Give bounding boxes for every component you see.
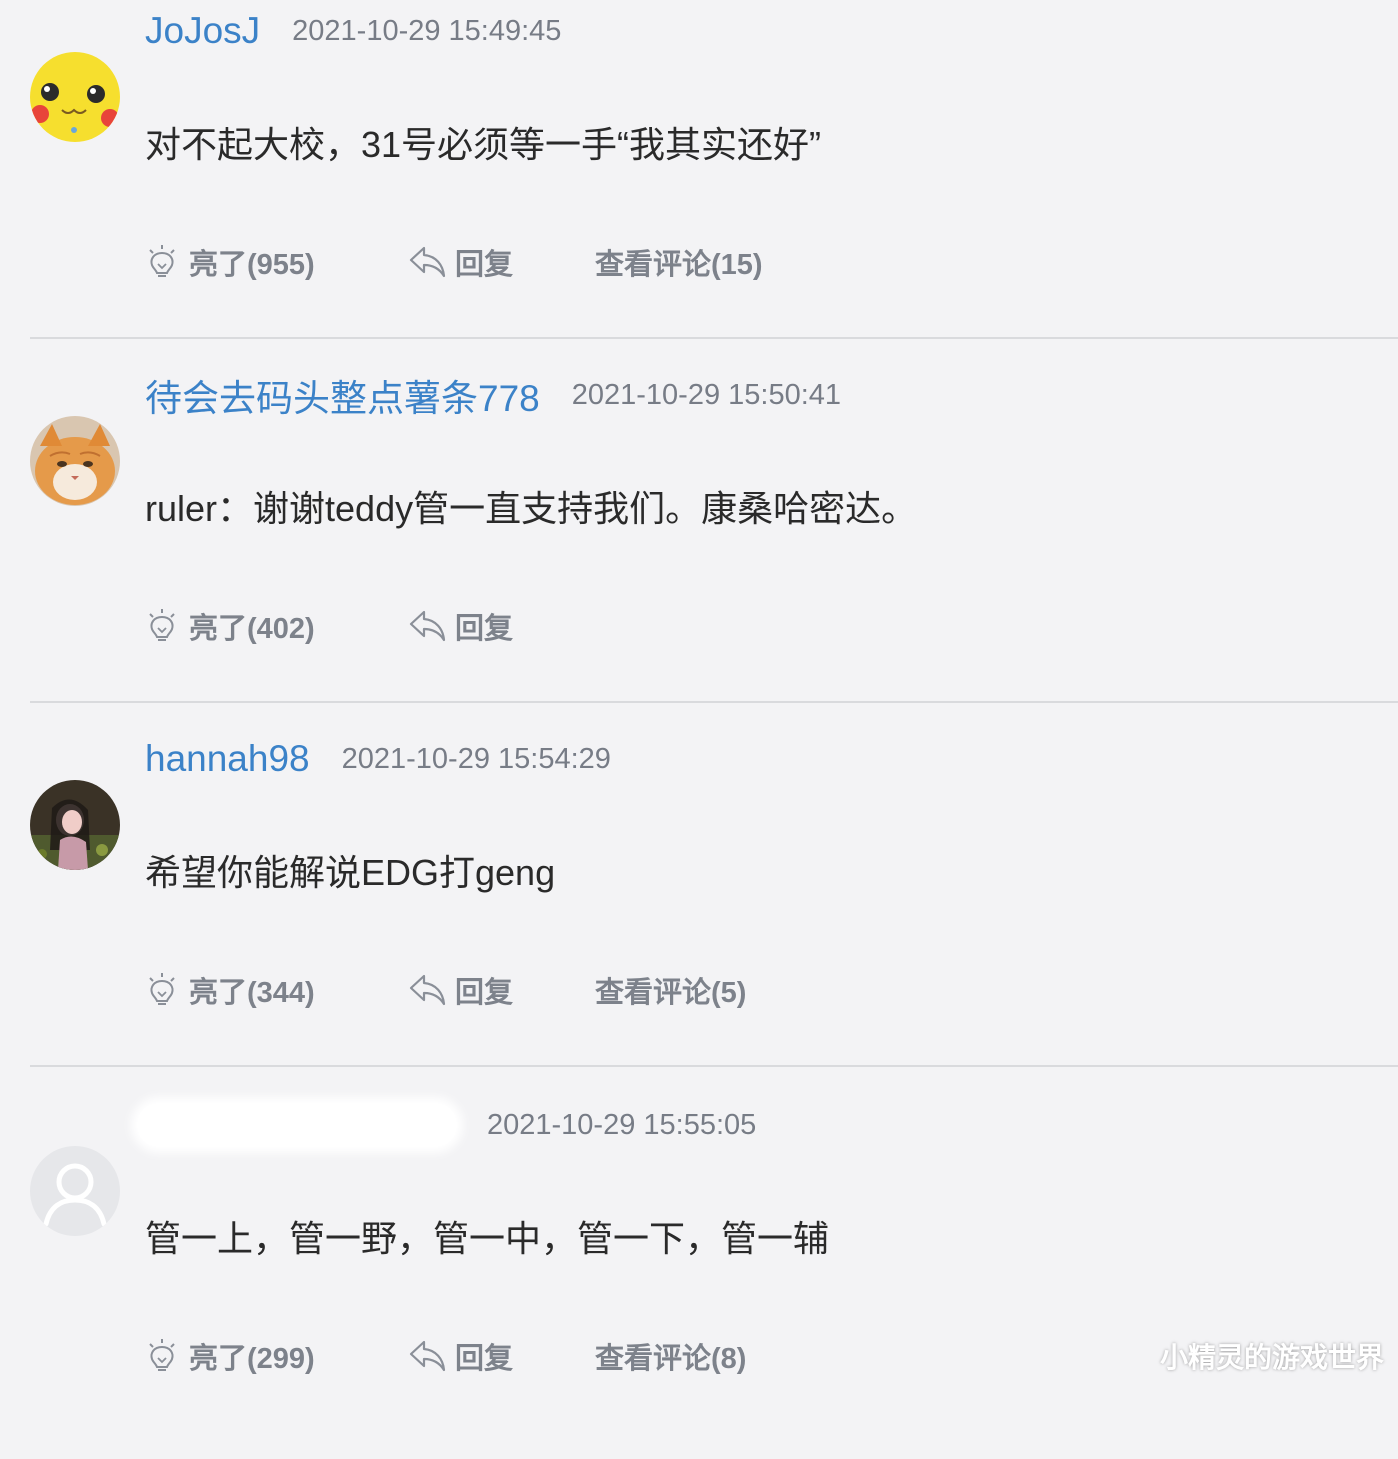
like-button[interactable]: 亮了(402) (145, 605, 409, 647)
comment-actions: 亮了(955) 回复 查看评论(15) (145, 236, 763, 288)
comment-timestamp: 2021-10-29 15:54:29 (341, 742, 611, 775)
avatar[interactable] (30, 52, 120, 142)
reply-arrow-icon (409, 1340, 446, 1372)
like-count-label: 亮了(344) (189, 977, 315, 1009)
reply-button[interactable]: 回复 (409, 241, 595, 283)
pikachu-avatar-icon (30, 52, 120, 142)
reply-arrow-icon (409, 974, 446, 1006)
comment-item: hannah98 2021-10-29 15:54:29 希望你能解说EDG打g… (0, 728, 1398, 1093)
username-link[interactable]: 待会去码头整点薯条778 (145, 368, 540, 422)
reply-arrow-icon (409, 246, 446, 278)
comment-item: JoJosJ 2021-10-29 15:49:45 对不起大校，31号必须等一… (0, 0, 1398, 365)
reply-label: 回复 (455, 249, 514, 281)
comment-header: 2021-10-29 15:55:05 (137, 1100, 757, 1150)
comment-thread: JoJosJ 2021-10-29 15:49:45 对不起大校，31号必须等一… (0, 0, 1398, 1390)
reply-label: 回复 (455, 613, 514, 645)
comment-item: 2021-10-29 15:55:05 管一上，管一野，管一中，管一下，管一辅 … (0, 1094, 1398, 1459)
comment-text: 希望你能解说EDG打geng (145, 852, 556, 893)
comment-actions: 亮了(402) 回复 (145, 600, 595, 652)
default-user-avatar-icon (30, 1146, 120, 1236)
comment-actions: 亮了(299) 回复 查看评论(8) (145, 1330, 746, 1382)
divider (30, 701, 1398, 703)
divider (30, 1065, 1398, 1067)
view-comments-button[interactable]: 查看评论(8) (595, 1335, 746, 1377)
lightbulb-icon (149, 609, 175, 641)
view-comments-label: 查看评论(8) (595, 1343, 747, 1375)
reply-button[interactable]: 回复 (409, 969, 595, 1011)
view-comments-button[interactable]: 查看评论(5) (595, 969, 746, 1011)
reply-button[interactable]: 回复 (409, 605, 595, 647)
like-count-label: 亮了(402) (189, 613, 315, 645)
comment-text: ruler：谢谢teddy管一直支持我们。康桑哈密达。 (145, 488, 918, 529)
comment-header: JoJosJ 2021-10-29 15:49:45 (145, 6, 561, 56)
like-button[interactable]: 亮了(955) (145, 241, 409, 283)
reply-label: 回复 (455, 1343, 514, 1375)
avatar[interactable] (30, 1146, 120, 1236)
avatar[interactable] (30, 416, 120, 506)
reply-label: 回复 (455, 977, 514, 1009)
reply-button[interactable]: 回复 (409, 1335, 595, 1377)
watermark: 小精灵的游戏世界 (1159, 1342, 1384, 1373)
comment-actions: 亮了(344) 回复 查看评论(5) (145, 964, 746, 1016)
like-button[interactable]: 亮了(344) (145, 969, 409, 1011)
comment-timestamp: 2021-10-29 15:55:05 (487, 1108, 757, 1141)
redacted-username (137, 1103, 457, 1147)
comment-header: hannah98 2021-10-29 15:54:29 (145, 734, 611, 784)
photo-avatar-icon (30, 780, 120, 870)
view-comments-button[interactable]: 查看评论(15) (595, 241, 763, 283)
like-button[interactable]: 亮了(299) (145, 1335, 409, 1377)
view-comments-label: 查看评论(15) (595, 249, 763, 281)
comment-timestamp: 2021-10-29 15:50:41 (571, 378, 842, 411)
comment-text: 对不起大校，31号必须等一手“我其实还好” (145, 124, 822, 165)
like-count-label: 亮了(955) (189, 249, 315, 281)
comment-item: 待会去码头整点薯条778 2021-10-29 15:50:41 ruler：谢… (0, 364, 1398, 729)
divider (30, 337, 1398, 339)
lightbulb-icon (149, 1339, 175, 1371)
comment-timestamp: 2021-10-29 15:49:45 (292, 14, 562, 47)
like-count-label: 亮了(299) (189, 1343, 315, 1375)
avatar[interactable] (30, 780, 120, 870)
cat-avatar-icon (30, 416, 120, 506)
comment-header: 待会去码头整点薯条778 2021-10-29 15:50:41 (145, 370, 841, 420)
username-link[interactable]: hannah98 (145, 738, 310, 780)
lightbulb-icon (149, 973, 175, 1005)
comment-text: 管一上，管一野，管一中，管一下，管一辅 (145, 1218, 830, 1259)
view-comments-label: 查看评论(5) (595, 977, 747, 1009)
username-link[interactable]: JoJosJ (145, 10, 260, 52)
reply-arrow-icon (409, 610, 446, 642)
lightbulb-icon (149, 245, 175, 277)
